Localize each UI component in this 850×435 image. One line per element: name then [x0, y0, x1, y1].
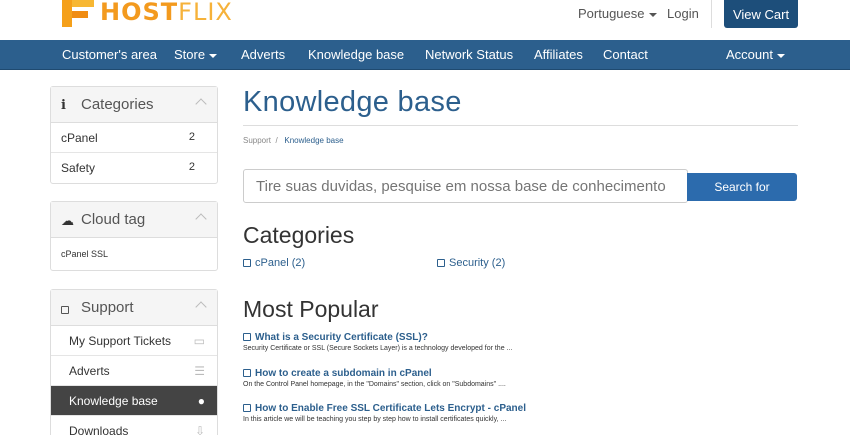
- support-item-tickets[interactable]: My Support Tickets ▭: [51, 326, 217, 356]
- category-count: 2: [188, 161, 195, 173]
- support-item-label: Knowledge base: [69, 394, 158, 408]
- support-item-adverts[interactable]: Adverts ☰: [51, 356, 217, 386]
- main-navbar: Customer's area Store Adverts Knowledge …: [0, 40, 850, 70]
- chevron-up-icon[interactable]: [195, 98, 207, 110]
- nav-account[interactable]: Account: [726, 40, 785, 70]
- category-item-safety[interactable]: Safety 2: [51, 153, 217, 183]
- nav-account-label: Account: [726, 47, 773, 62]
- panel-title: Categories: [81, 96, 154, 113]
- caret-down-icon: [648, 12, 657, 17]
- nav-knowledge-base[interactable]: Knowledge base: [308, 40, 404, 70]
- nav-contact[interactable]: Contact: [603, 40, 648, 70]
- panel-title: Cloud tag: [81, 211, 146, 228]
- nav-customers-area[interactable]: Customer's area: [62, 40, 157, 70]
- breadcrumb-support[interactable]: Support: [243, 136, 271, 145]
- folder-icon: [437, 259, 445, 267]
- breadcrumb: Support / Knowledge base: [243, 136, 344, 145]
- article-description: In this article we will be teaching you …: [243, 416, 507, 423]
- nav-network-status[interactable]: Network Status: [425, 40, 513, 70]
- panel-title: Support: [81, 299, 134, 316]
- cloud-tag-panel-header[interactable]: ☁ Cloud tag: [51, 202, 217, 238]
- category-link-label: Security (2): [449, 257, 506, 269]
- nav-adverts[interactable]: Adverts: [241, 40, 285, 70]
- article-item[interactable]: How to Enable Free SSL Certificate Lets …: [243, 403, 526, 423]
- article-item[interactable]: How to create a subdomain in cPanel On t…: [243, 368, 506, 388]
- article-title[interactable]: What is a Security Certificate (SSL)?: [243, 332, 512, 343]
- title-divider: [243, 125, 798, 126]
- divider: [711, 0, 712, 28]
- logo-text: HOSTFLIX: [100, 0, 233, 26]
- most-popular-heading: Most Popular: [243, 296, 379, 322]
- document-icon: [243, 404, 251, 412]
- categories-panel: i Categories cPanel 2 Safety 2: [50, 86, 218, 184]
- download-icon: ⇩: [194, 424, 205, 435]
- article-title[interactable]: How to create a subdomain in cPanel: [243, 368, 506, 379]
- article-item[interactable]: What is a Security Certificate (SSL)? Se…: [243, 332, 512, 352]
- square-icon: [61, 301, 69, 316]
- folder-icon: [243, 259, 251, 267]
- article-title-text: How to create a subdomain in cPanel: [255, 368, 432, 379]
- logo-mark: [62, 0, 96, 27]
- cloud-icon: ☁: [61, 213, 74, 228]
- support-panel-header[interactable]: Support: [51, 290, 217, 326]
- document-icon: [243, 333, 251, 341]
- category-link-cpanel[interactable]: cPanel (2): [243, 257, 305, 269]
- nav-store[interactable]: Store: [174, 40, 218, 70]
- categories-panel-header[interactable]: i Categories: [51, 87, 217, 123]
- cloud-tag-panel: ☁ Cloud tag cPanel SSL: [50, 201, 218, 271]
- category-count: 2: [188, 131, 195, 143]
- support-item-downloads[interactable]: Downloads ⇩: [51, 416, 217, 435]
- info-icon: i: [61, 98, 66, 113]
- document-icon: [243, 369, 251, 377]
- category-link-security[interactable]: Security (2): [437, 257, 505, 269]
- tag-cpanel-ssl[interactable]: cPanel SSL: [51, 238, 217, 270]
- article-title-text: How to Enable Free SSL Certificate Lets …: [255, 403, 527, 414]
- view-cart-button[interactable]: View Cart: [724, 0, 798, 28]
- support-item-label: Adverts: [69, 364, 110, 378]
- breadcrumb-current: Knowledge base: [284, 136, 344, 145]
- categories-heading: Categories: [243, 222, 355, 248]
- support-item-label: My Support Tickets: [69, 334, 172, 348]
- search-button[interactable]: Search for: [687, 173, 797, 201]
- category-item-cpanel[interactable]: cPanel 2: [51, 123, 217, 153]
- nav-store-label: Store: [174, 47, 206, 62]
- list-icon: ☰: [194, 364, 205, 378]
- caret-down-icon: [776, 53, 785, 58]
- caret-down-icon: [209, 53, 218, 58]
- article-title[interactable]: How to Enable Free SSL Certificate Lets …: [243, 403, 526, 414]
- support-item-knowledge-base[interactable]: Knowledge base ●: [51, 386, 217, 416]
- category-label: Safety: [61, 161, 96, 175]
- search-input[interactable]: [243, 169, 688, 203]
- page-title: Knowledge base: [243, 86, 462, 118]
- nav-affiliates[interactable]: Affiliates: [534, 40, 583, 70]
- logo[interactable]: HOSTFLIX: [62, 0, 233, 30]
- info-circle-icon: ●: [197, 394, 205, 408]
- breadcrumb-separator: /: [273, 136, 283, 145]
- article-description: On the Control Panel homepage, in the "D…: [243, 381, 506, 388]
- tag-label: cPanel SSL: [61, 249, 109, 259]
- category-link-label: cPanel (2): [255, 257, 306, 269]
- ticket-icon: ▭: [193, 334, 205, 348]
- chevron-up-icon[interactable]: [195, 213, 207, 225]
- article-description: Security Certificate or SSL (Secure Sock…: [243, 345, 513, 352]
- language-label: Portuguese: [578, 6, 645, 21]
- support-item-label: Downloads: [69, 424, 129, 435]
- article-title-text: What is a Security Certificate (SSL)?: [255, 332, 428, 343]
- login-link[interactable]: Login: [667, 6, 699, 21]
- top-header: HOSTFLIX Portuguese Login View Cart: [0, 0, 850, 40]
- category-label: cPanel: [61, 131, 98, 145]
- support-panel: Support My Support Tickets ▭ Adverts ☰ K…: [50, 289, 218, 435]
- language-dropdown[interactable]: Portuguese: [578, 6, 657, 21]
- chevron-up-icon[interactable]: [195, 301, 207, 313]
